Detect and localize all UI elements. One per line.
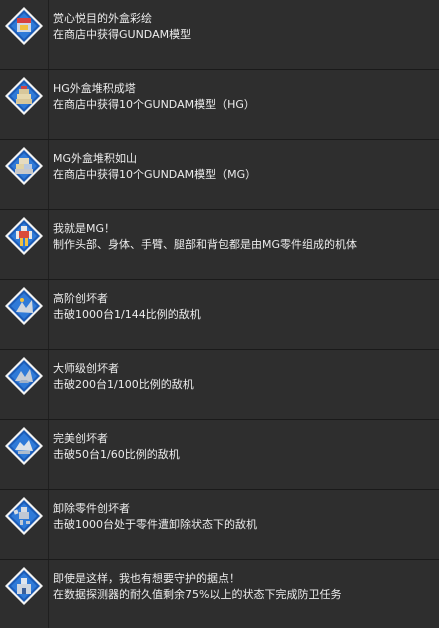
achievement-description: 击破1000台1/144比例的敌机 (53, 308, 201, 321)
achievement-row[interactable]: HG外盒堆积成塔 在商店中获得10个GUNDAM模型（HG） (0, 70, 439, 140)
destroyer-144-badge-icon (4, 286, 44, 326)
achievement-list: 赏心悦目的外盒彩绘 在商店中获得GUNDAM模型 HG外盒堆积成塔 在商店中获得… (0, 0, 439, 628)
achievement-title: 即使是这样，我也有想要守护的据点！ (53, 572, 240, 585)
achievement-title: 大师级创坏者 (53, 362, 119, 375)
achievement-title: 赏心悦目的外盒彩绘 (53, 12, 152, 25)
achievement-description: 击破200台1/100比例的敌机 (53, 378, 194, 391)
achievement-description: 击破1000台处于零件遭卸除状态下的敌机 (53, 518, 257, 531)
achievement-title: MG外盒堆积如山 (53, 152, 138, 165)
achievement-description: 在商店中获得10个GUNDAM模型（MG） (53, 168, 257, 181)
destroyer-60-badge-icon (4, 426, 44, 466)
part-removal-badge-icon (4, 496, 44, 536)
achievement-title: HG外盒堆积成塔 (53, 82, 136, 95)
achievement-description: 在数据探测器的耐久值剩余75%以上的状态下完成防卫任务 (53, 588, 342, 601)
achievement-description: 在商店中获得10个GUNDAM模型（HG） (53, 98, 255, 111)
achievement-row[interactable]: 即使是这样，我也有想要守护的据点！ 在数据探测器的耐久值剩余75%以上的状态下完… (0, 560, 439, 628)
achievement-row[interactable]: 我就是MG！ 制作头部、身体、手臂、腿部和背包都是由MG零件组成的机体 (0, 210, 439, 280)
achievement-row[interactable]: MG外盒堆积如山 在商店中获得10个GUNDAM模型（MG） (0, 140, 439, 210)
destroyer-100-badge-icon (4, 356, 44, 396)
achievement-description: 在商店中获得GUNDAM模型 (53, 28, 192, 41)
achievement-row[interactable]: 大师级创坏者 击破200台1/100比例的敌机 (0, 350, 439, 420)
gunpla-box-badge-icon (4, 6, 44, 46)
achievement-title: 卸除零件创坏者 (53, 502, 130, 515)
achievement-row[interactable]: 完美创坏者 击破50台1/60比例的敌机 (0, 420, 439, 490)
hg-box-stack-badge-icon (4, 76, 44, 116)
mg-mobile-suit-badge-icon (4, 216, 44, 256)
achievement-description: 击破50台1/60比例的敌机 (53, 448, 180, 461)
achievement-row[interactable]: 赏心悦目的外盒彩绘 在商店中获得GUNDAM模型 (0, 0, 439, 70)
achievement-title: 完美创坏者 (53, 432, 108, 445)
achievement-title: 高阶创坏者 (53, 292, 108, 305)
achievement-row[interactable]: 高阶创坏者 击破1000台1/144比例的敌机 (0, 280, 439, 350)
mg-box-mountain-badge-icon (4, 146, 44, 186)
achievement-title: 我就是MG！ (53, 222, 116, 235)
defense-base-badge-icon (4, 566, 44, 606)
achievement-row[interactable]: 卸除零件创坏者 击破1000台处于零件遭卸除状态下的敌机 (0, 490, 439, 560)
achievement-description: 制作头部、身体、手臂、腿部和背包都是由MG零件组成的机体 (53, 238, 358, 251)
